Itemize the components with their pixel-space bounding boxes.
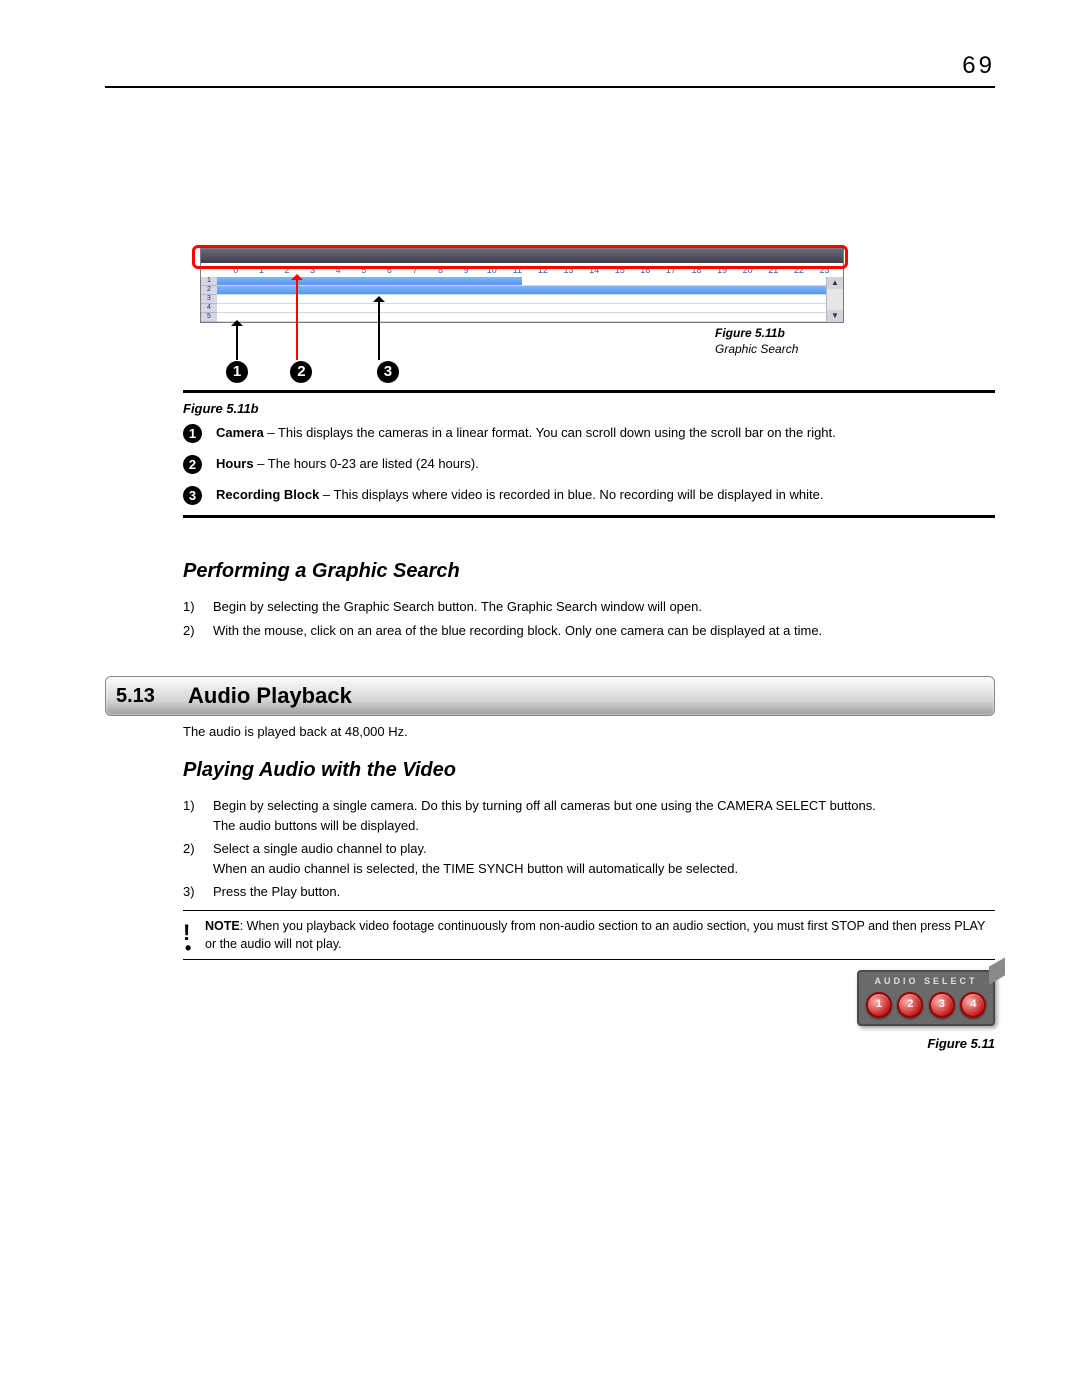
hour-tick: 9 [453,265,479,275]
subheading-playing-audio: Playing Audio with the Video [183,759,995,782]
list-item: 2)Select a single audio channel to play.… [183,839,995,878]
audio-channel-3-button[interactable]: 3 [929,992,955,1018]
section-number: 5.13 [106,685,188,708]
hour-tick: 6 [377,265,403,275]
camera-row-label: 4 [201,304,217,313]
widget-corner-decoration [989,957,1005,984]
graphic-search-steps: 1)Begin by selecting the Graphic Search … [183,597,995,640]
page-number: 69 [962,52,995,80]
arrow-3 [378,300,380,360]
audio-channel-1-button[interactable]: 1 [866,992,892,1018]
list-item: 1)Begin by selecting a single camera. Do… [183,796,995,835]
audio-select-widget: AUDIO SELECT 1234 [857,970,995,1026]
list-item: 2)With the mouse, click on an area of th… [183,621,995,641]
hour-tick: 5 [351,265,377,275]
hour-tick: 22 [786,265,812,275]
audio-channel-2-button[interactable]: 2 [897,992,923,1018]
camera-row-label: 5 [201,313,217,322]
legend-text: Camera – This displays the cameras in a … [216,424,836,443]
audio-channel-4-button[interactable]: 4 [960,992,986,1018]
hour-tick: 0 [223,265,249,275]
callout-3: 3 [377,361,399,383]
hour-tick: 18 [684,265,710,275]
audio-select-title: AUDIO SELECT [859,972,993,990]
hour-tick: 10 [479,265,505,275]
legend-text: Hours – The hours 0-23 are listed (24 ho… [216,455,479,474]
figure-legend: Figure 5.11b 1 Camera – This displays the… [183,390,995,518]
timeline-titlebar [201,249,843,263]
arrow-1 [236,324,238,360]
audio-intro-text: The audio is played back at 48,000 Hz. [183,723,995,741]
subheading-graphic-search: Performing a Graphic Search [183,560,995,583]
note-icon: ! [183,917,205,953]
legend-row: 3 Recording Block – This displays where v… [183,486,995,505]
scroll-down-icon[interactable]: ▼ [827,310,843,322]
hour-tick: 16 [633,265,659,275]
hour-tick: 20 [735,265,761,275]
hour-tick: 14 [581,265,607,275]
audio-steps: 1)Begin by selecting a single camera. Do… [183,796,995,902]
legend-row: 2 Hours – The hours 0-23 are listed (24 h… [183,455,995,474]
section-header-audio-playback: 5.13 Audio Playback [105,676,995,716]
scroll-up-icon[interactable]: ▲ [827,277,843,289]
note-block: ! NOTE: When you playback video footage … [183,910,995,960]
callout-2: 2 [290,361,312,383]
section-title: Audio Playback [188,683,352,709]
timeline-grid[interactable] [217,277,826,322]
hour-tick: 1 [249,265,275,275]
top-rule [105,86,995,88]
camera-row-label: 2 [201,286,217,295]
figure-callouts: 1 2 3 [226,361,437,383]
list-item: 1)Begin by selecting the Graphic Search … [183,597,995,617]
camera-row-label: 3 [201,295,217,304]
figure-caption-right: Figure 5.11b Graphic Search [715,326,845,357]
callout-1: 1 [226,361,248,383]
legend-row: 1 Camera – This displays the cameras in a… [183,424,995,443]
audio-select-caption: Figure 5.11 [835,1036,995,1051]
hour-tick: 4 [325,265,351,275]
legend-text: Recording Block – This displays where vi… [216,486,823,505]
hour-tick: 12 [530,265,556,275]
legend-num: 3 [183,486,202,505]
hour-tick: 17 [658,265,684,275]
legend-title: Figure 5.11b [183,401,995,416]
timeline-scrollbar[interactable]: ▲ ▼ [826,277,843,322]
hour-tick: 3 [300,265,326,275]
timeline-camera-column: 12345 [201,277,217,322]
camera-row-label: 1 [201,277,217,286]
hour-tick: 23 [812,265,838,275]
hour-tick: 7 [402,265,428,275]
legend-num: 2 [183,455,202,474]
arrow-2 [296,278,298,360]
hour-tick: 13 [556,265,582,275]
hour-tick: 19 [709,265,735,275]
hour-tick: 11 [505,265,531,275]
hour-tick: 8 [428,265,454,275]
legend-num: 1 [183,424,202,443]
hour-tick: 21 [760,265,786,275]
hour-tick: 15 [607,265,633,275]
list-item: 3)Press the Play button. [183,882,995,902]
